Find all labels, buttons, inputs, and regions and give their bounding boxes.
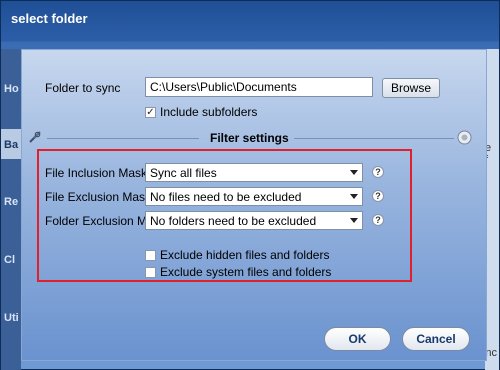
chevron-down-icon — [350, 194, 358, 199]
exclude-system-box[interactable] — [145, 266, 156, 278]
include-subfolders-checkbox[interactable]: ✓ Include subfolders — [145, 105, 257, 119]
background-sidebar-item: Ba — [4, 139, 19, 151]
background-sidebar-item: Re — [4, 196, 19, 208]
ok-button[interactable]: OK — [324, 327, 391, 351]
exclude-system-label: Exclude system files and folders — [160, 265, 332, 279]
folder-path-field[interactable]: C:\Users\Public\Documents — [145, 77, 373, 97]
background-sidebar: Ho Ba Re Cl Uti — [1, 49, 21, 370]
dialog-title: select folder — [11, 11, 88, 26]
file-inclusion-label: File Inclusion Mask — [45, 166, 148, 180]
include-subfolders-box[interactable]: ✓ — [145, 106, 156, 118]
wrench-icon — [28, 130, 42, 144]
filter-separator-left — [47, 138, 199, 139]
cancel-button[interactable]: Cancel — [402, 327, 470, 351]
background-sidebar-item: Cl — [4, 254, 15, 266]
background-sidebar-item: Uti — [4, 312, 19, 324]
file-exclusion-value: No files need to be excluded — [150, 190, 302, 204]
file-inclusion-value: Sync all files — [150, 166, 217, 180]
background-right-panel: e f ync — [480, 49, 499, 370]
select-folder-dialog: select folder Ho Ba Re Cl Uti e f ync Fo… — [0, 0, 500, 370]
background-sidebar-item: Ho — [4, 83, 19, 95]
gear-icon[interactable] — [457, 130, 472, 145]
chevron-down-icon — [350, 218, 358, 223]
chevron-down-icon — [350, 170, 358, 175]
exclude-hidden-box[interactable] — [145, 249, 156, 261]
include-subfolders-label: Include subfolders — [160, 105, 258, 119]
exclude-hidden-label: Exclude hidden files and folders — [160, 248, 330, 262]
folder-exclusion-select[interactable]: No folders need to be excluded — [145, 211, 363, 230]
exclude-hidden-checkbox[interactable]: Exclude hidden files and folders — [145, 248, 329, 262]
file-exclusion-label: File Exclusion Mask — [45, 190, 152, 204]
background-sidebar-selected: Ba — [1, 129, 21, 159]
filter-separator-right — [294, 138, 454, 139]
filter-settings-title: Filter settings — [210, 131, 289, 145]
folder-exclusion-value: No folders need to be excluded — [150, 214, 317, 228]
exclude-system-checkbox[interactable]: Exclude system files and folders — [145, 265, 331, 279]
help-icon[interactable]: ? — [372, 166, 384, 178]
file-exclusion-select[interactable]: No files need to be excluded — [145, 187, 363, 206]
browse-button[interactable]: Browse — [382, 78, 440, 98]
help-icon[interactable]: ? — [372, 190, 384, 202]
file-inclusion-select[interactable]: Sync all files — [145, 163, 363, 182]
help-icon[interactable]: ? — [372, 214, 384, 226]
folder-to-sync-label: Folder to sync — [45, 81, 121, 95]
